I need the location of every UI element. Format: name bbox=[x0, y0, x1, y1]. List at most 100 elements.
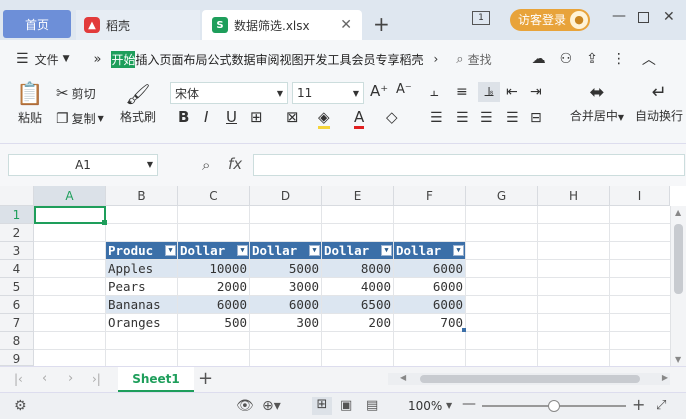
table-cell[interactable]: 6000 bbox=[178, 296, 250, 314]
column-header-f[interactable]: F bbox=[394, 186, 466, 206]
scroll-down-icon[interactable]: ▼ bbox=[675, 355, 681, 364]
distribute-icon[interactable]: ⊟ bbox=[530, 110, 542, 126]
add-sheet-icon[interactable]: + bbox=[198, 368, 213, 389]
selected-cell-a1[interactable] bbox=[34, 206, 106, 224]
align-right-icon[interactable]: ☰ bbox=[480, 110, 493, 126]
increase-font-icon[interactable]: A⁺ bbox=[370, 82, 388, 100]
format-painter-button[interactable]: 🖌 格式刷 bbox=[118, 82, 158, 132]
filter-dropdown-icon[interactable]: ▼ bbox=[381, 245, 392, 256]
menu-items[interactable]: 开始插入页面布局公式数据审阅视图开发工具会员专享稻壳 bbox=[111, 53, 423, 67]
focus-mode-icon[interactable]: ⊕▾ bbox=[262, 398, 281, 414]
menu-file[interactable]: 文件 bbox=[35, 51, 59, 68]
fill-color-icon[interactable]: ◈ bbox=[318, 108, 330, 129]
table-cell[interactable]: 6000 bbox=[394, 260, 466, 278]
autowrap-button[interactable]: ↵ 自动换行 bbox=[632, 82, 686, 132]
cloud-icon[interactable]: ☁ bbox=[532, 51, 546, 67]
table-cell[interactable]: 3000 bbox=[250, 278, 322, 296]
minimize-icon[interactable]: — bbox=[612, 8, 626, 24]
italic-icon[interactable]: I bbox=[204, 108, 208, 126]
macro-icon[interactable]: ⚙ bbox=[14, 398, 27, 414]
column-header-i[interactable]: I bbox=[610, 186, 670, 206]
tab-file[interactable]: S 数据筛选.xlsx ✕ bbox=[202, 10, 362, 40]
align-middle-icon[interactable]: ≡ bbox=[456, 84, 468, 100]
merge-cells-icon[interactable]: ⊠ bbox=[286, 108, 299, 126]
filter-dropdown-icon[interactable]: ▼ bbox=[453, 245, 464, 256]
maximize-icon[interactable] bbox=[638, 12, 649, 23]
sheet-tab-sheet1[interactable]: Sheet1 bbox=[118, 367, 194, 392]
scroll-up-icon[interactable]: ▲ bbox=[675, 208, 681, 217]
paste-button[interactable]: 📋 粘贴 bbox=[10, 82, 50, 132]
row-header-4[interactable]: 4 bbox=[0, 260, 34, 278]
zoom-formula-icon[interactable]: ⌕ bbox=[202, 156, 210, 174]
table-cell[interactable]: 10000 bbox=[178, 260, 250, 278]
fill-handle[interactable] bbox=[102, 220, 107, 225]
column-header-g[interactable]: G bbox=[466, 186, 538, 206]
table-header-dollar-3[interactable]: Dollar ▼ bbox=[322, 242, 394, 260]
search-icon[interactable]: ⌕ bbox=[456, 52, 463, 67]
first-sheet-icon[interactable]: |‹ bbox=[14, 372, 23, 386]
table-cell[interactable]: 2000 bbox=[178, 278, 250, 296]
eye-protection-icon[interactable]: 👁 bbox=[236, 398, 254, 414]
table-header-dollar-1[interactable]: Dollar ▼ bbox=[178, 242, 250, 260]
horizontal-scrollbar[interactable]: ◀ ▶ bbox=[388, 373, 670, 385]
underline-icon[interactable]: U bbox=[226, 108, 237, 126]
eraser-icon[interactable]: ◇ bbox=[386, 108, 398, 126]
filter-dropdown-icon[interactable]: ▼ bbox=[309, 245, 320, 256]
new-tab-icon[interactable]: + bbox=[373, 12, 390, 36]
column-header-d[interactable]: D bbox=[250, 186, 322, 206]
align-top-icon[interactable]: ⫠ bbox=[430, 84, 438, 100]
table-cell[interactable]: 6000 bbox=[250, 296, 322, 314]
menu-item-rest[interactable]: 插入页面布局公式数据审阅视图开发工具会员专享稻壳 bbox=[135, 53, 423, 67]
search-label[interactable]: 查找 bbox=[468, 51, 492, 68]
more-icon[interactable]: ⋮ bbox=[612, 51, 626, 67]
table-cell[interactable]: 500 bbox=[178, 314, 250, 332]
column-header-c[interactable]: C bbox=[178, 186, 250, 206]
column-header-b[interactable]: B bbox=[106, 186, 178, 206]
align-left-icon[interactable]: ☰ bbox=[430, 110, 443, 126]
font-color-icon[interactable]: A bbox=[354, 108, 365, 129]
row-header-1[interactable]: 1 bbox=[0, 206, 34, 224]
table-cell[interactable]: 6000 bbox=[394, 296, 466, 314]
table-cell[interactable]: 300 bbox=[250, 314, 322, 332]
table-cell[interactable]: 6500 bbox=[322, 296, 394, 314]
select-all-corner[interactable] bbox=[0, 186, 34, 206]
row-header-8[interactable]: 8 bbox=[0, 332, 34, 350]
row-header-7[interactable]: 7 bbox=[0, 314, 34, 332]
table-cell[interactable]: Oranges bbox=[106, 314, 178, 332]
column-header-a[interactable]: A bbox=[34, 186, 106, 206]
page-break-icon[interactable]: ▤ bbox=[366, 398, 378, 413]
tab-daoke[interactable]: ▲ 稻壳 bbox=[76, 10, 200, 40]
row-header-3[interactable]: 3 bbox=[0, 242, 34, 260]
table-cell[interactable]: 8000 bbox=[322, 260, 394, 278]
menu-tabs[interactable]: 开始插入页面布局公式数据审阅视图开发工具会员专享稻壳 bbox=[111, 50, 429, 68]
normal-view-icon[interactable]: ⊞ bbox=[312, 397, 332, 415]
table-cell[interactable]: 700 bbox=[394, 314, 466, 332]
fullscreen-icon[interactable]: ⤢ bbox=[656, 398, 666, 413]
menu-item-active[interactable]: 开始 bbox=[111, 53, 135, 67]
table-header-dollar-4[interactable]: Dollar ▼ bbox=[394, 242, 466, 260]
zoom-in-icon[interactable]: + bbox=[632, 395, 645, 414]
filter-dropdown-icon[interactable]: ▼ bbox=[165, 245, 176, 256]
row-header-2[interactable]: 2 bbox=[0, 224, 34, 242]
zoom-level[interactable]: 100% bbox=[408, 399, 442, 413]
name-box[interactable]: A1 ▼ bbox=[8, 154, 158, 176]
spreadsheet-grid[interactable]: A B C D E F G H I 1 2 3 4 5 6 7 8 9 Prod… bbox=[0, 186, 686, 366]
visitor-login-button[interactable]: 访客登录 ● bbox=[510, 9, 590, 31]
font-size-select[interactable]: 11 ▼ bbox=[292, 82, 364, 104]
cut-button[interactable]: ✂ 剪切 bbox=[56, 84, 96, 102]
indent-increase-icon[interactable]: ⇥ bbox=[530, 84, 542, 100]
next-sheet-icon[interactable]: › bbox=[68, 371, 73, 386]
menu-more-icon[interactable]: » bbox=[94, 52, 102, 67]
font-name-select[interactable]: 宋体 ▼ bbox=[170, 82, 288, 104]
border-icon[interactable]: ⊞ bbox=[250, 108, 263, 126]
scroll-right-icon[interactable]: ▶ bbox=[662, 373, 668, 382]
zoom-out-icon[interactable]: — bbox=[462, 396, 476, 412]
window-list-icon[interactable]: 1 bbox=[472, 11, 490, 25]
row-header-5[interactable]: 5 bbox=[0, 278, 34, 296]
scrollbar-thumb[interactable] bbox=[420, 375, 640, 383]
column-header-e[interactable]: E bbox=[322, 186, 394, 206]
table-cell[interactable]: 5000 bbox=[250, 260, 322, 278]
last-sheet-icon[interactable]: ›| bbox=[92, 372, 101, 386]
chevron-right-icon[interactable]: › bbox=[433, 52, 438, 66]
row-header-9[interactable]: 9 bbox=[0, 350, 34, 366]
